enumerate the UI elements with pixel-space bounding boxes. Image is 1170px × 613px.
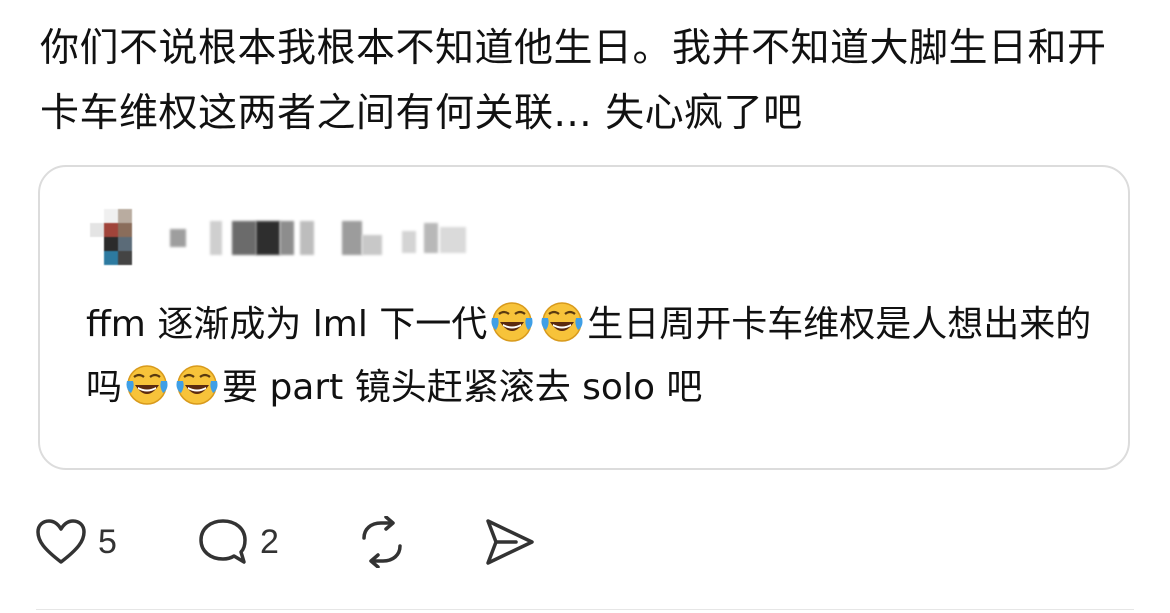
reply-button[interactable]: 2	[196, 512, 279, 572]
quoted-author-avatar[interactable]	[90, 209, 146, 265]
quoted-post-card[interactable]: ffm 逐渐成为 lml 下一代 生日周开卡车维权是人想出来的吗要 part 镜头…	[38, 165, 1130, 470]
face-with-tears-of-joy-icon	[541, 302, 583, 342]
post-action-bar: 5 2	[34, 512, 634, 572]
post-text: 你们不说根本我根本不知道他生日。我并不知道大脚生日和开卡车维权这两者之间有何关联…	[40, 26, 1107, 136]
quoted-text-part-1: ffm 逐渐成为 lml 下一代	[86, 304, 488, 345]
repost-icon	[362, 516, 402, 568]
send-icon	[486, 519, 534, 565]
heart-icon	[36, 519, 86, 564]
like-button[interactable]: 5	[34, 512, 117, 572]
face-with-tears-of-joy-icon	[126, 365, 168, 405]
quoted-text-part-3: 要 part 镜头赶紧滚去 solo 吧	[222, 367, 703, 408]
post-divider	[36, 609, 1134, 610]
like-count: 5	[98, 522, 117, 561]
quoted-post-text: ffm 逐渐成为 lml 下一代 生日周开卡车维权是人想出来的吗要 part 镜头…	[86, 293, 1106, 419]
reply-count: 2	[260, 522, 279, 561]
face-with-tears-of-joy-icon	[491, 302, 533, 342]
speech-bubble-icon	[199, 519, 247, 564]
quoted-author-username-redacted[interactable]	[170, 221, 490, 261]
repost-button[interactable]	[354, 512, 410, 572]
face-with-tears-of-joy-icon	[176, 365, 218, 405]
share-button[interactable]	[482, 512, 538, 572]
